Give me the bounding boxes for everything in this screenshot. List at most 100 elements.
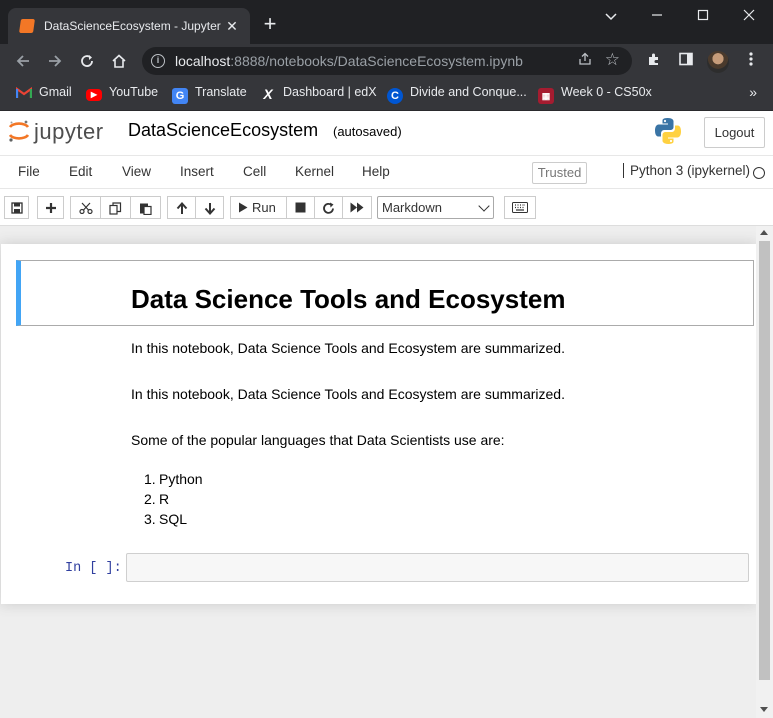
keyboard-icon	[512, 202, 528, 213]
menu-cell[interactable]: Cell	[243, 164, 266, 179]
insert-cell-button[interactable]	[37, 196, 64, 219]
menu-edit[interactable]: Edit	[69, 164, 92, 179]
minimize-button[interactable]	[642, 5, 672, 27]
cell-type-select[interactable]: Markdown	[377, 196, 494, 219]
forward-arrow-icon[interactable]	[43, 49, 67, 73]
coursera-icon: C	[387, 88, 403, 104]
interrupt-kernel-button[interactable]	[286, 196, 315, 219]
bookmark-translate[interactable]: G Translate	[172, 85, 247, 104]
home-icon[interactable]	[107, 49, 131, 73]
play-icon	[239, 202, 248, 213]
reload-icon[interactable]	[75, 49, 99, 73]
menu-bar: File Edit View Insert Cell Kernel Help T…	[0, 155, 773, 189]
paste-button[interactable]	[130, 196, 161, 219]
menu-view[interactable]: View	[122, 164, 151, 179]
extensions-puzzle-icon[interactable]	[644, 51, 664, 71]
bookmarks-bar: Gmail ▶ YouTube G Translate X Dashboard | e…	[0, 78, 773, 111]
maximize-button[interactable]	[688, 5, 718, 27]
restart-kernel-button[interactable]	[314, 196, 343, 219]
list-item: 3. SQL	[144, 511, 188, 527]
restart-icon	[323, 202, 334, 214]
notebook-heading: Data Science Tools and Ecosystem	[131, 284, 566, 314]
list-item: 2. R	[144, 491, 170, 507]
bookmark-edx[interactable]: X Dashboard | edX	[260, 85, 376, 103]
back-arrow-icon[interactable]	[11, 49, 35, 73]
input-prompt: In [ ]:	[65, 561, 122, 576]
address-bar[interactable]: i localhost:8888/notebooks/DataScienceEc…	[142, 47, 632, 75]
scrollbar-thumb[interactable]	[759, 241, 770, 680]
logout-button[interactable]: Logout	[704, 117, 765, 148]
jupyter-wordmark: jupyter	[34, 119, 104, 144]
markdown-paragraph-3: Some of the popular languages that Data …	[131, 432, 505, 448]
translate-icon: G	[172, 88, 188, 104]
notebook-container: Data Science Tools and Ecosystem In this…	[1, 244, 756, 604]
fast-forward-icon	[350, 202, 364, 213]
cell-type-value: Markdown	[382, 200, 442, 215]
restart-run-all-button[interactable]	[342, 196, 372, 219]
markdown-paragraph-1: In this notebook, Data Science Tools and…	[131, 340, 565, 356]
autosave-status: (autosaved)	[333, 124, 402, 139]
url-text: localhost:8888/notebooks/DataScienceEcos…	[175, 53, 523, 69]
bookmark-star-icon[interactable]: ☆	[605, 50, 620, 70]
browser-menu-icon[interactable]	[741, 51, 761, 71]
save-button[interactable]	[4, 196, 29, 219]
harvard-icon: ▦	[538, 88, 554, 104]
arrow-down-icon	[204, 203, 215, 215]
share-icon[interactable]	[578, 52, 592, 69]
menu-insert[interactable]: Insert	[180, 164, 214, 179]
code-cell-input[interactable]	[126, 553, 749, 582]
gmail-icon	[15, 85, 33, 101]
bookmarks-more-chevron-icon[interactable]: »	[749, 84, 757, 100]
bookmark-youtube[interactable]: ▶ YouTube	[86, 85, 158, 103]
command-palette-button[interactable]	[504, 196, 536, 219]
menu-file[interactable]: File	[18, 164, 40, 179]
menu-kernel[interactable]: Kernel	[295, 164, 334, 179]
edx-icon: X	[263, 86, 273, 102]
arrow-up-icon	[176, 202, 187, 214]
scroll-up-arrow-icon[interactable]	[760, 230, 768, 235]
bookmark-gmail[interactable]: Gmail	[15, 85, 72, 103]
save-icon	[10, 202, 23, 214]
trusted-indicator[interactable]: Trusted	[532, 162, 587, 184]
jupyter-header: jupyter DataScienceEcosystem (autosaved)…	[0, 111, 773, 155]
languages-list: 1. Python 2. R 3. SQL	[144, 469, 203, 529]
browser-tab[interactable]: DataScienceEcosystem - Jupyter Notebook …	[8, 8, 250, 44]
close-window-button[interactable]	[734, 5, 764, 27]
copy-icon	[109, 202, 122, 215]
tab-close-icon[interactable]: ✕	[222, 16, 242, 36]
chevron-down-icon	[478, 200, 490, 212]
run-button[interactable]: Run	[230, 196, 287, 219]
scissors-icon	[78, 202, 93, 214]
paste-icon	[140, 203, 152, 215]
jupyter-favicon-icon	[19, 19, 35, 33]
move-up-button[interactable]	[167, 196, 196, 219]
copy-button[interactable]	[100, 196, 131, 219]
cut-button[interactable]	[70, 196, 101, 219]
bookmark-cs50x[interactable]: ▦ Week 0 - CS50x	[538, 85, 652, 104]
kernel-name[interactable]: Python 3 (ipykernel)	[623, 163, 750, 178]
new-tab-button[interactable]: +	[258, 13, 282, 37]
notebook-site: Data Science Tools and Ecosystem In this…	[0, 225, 773, 718]
notebook-name[interactable]: DataScienceEcosystem	[128, 120, 318, 141]
bookmark-coursera[interactable]: C Divide and Conque...	[387, 85, 527, 104]
tab-search-chevron-icon[interactable]	[596, 5, 626, 27]
jupyter-logo[interactable]: jupyter	[8, 117, 118, 147]
python-logo-icon	[655, 118, 681, 144]
profile-avatar[interactable]	[707, 51, 729, 73]
jupyter-logo-icon	[8, 120, 30, 142]
side-panel-icon[interactable]	[676, 51, 696, 71]
move-down-button[interactable]	[195, 196, 224, 219]
stop-icon	[295, 202, 306, 213]
plus-icon	[45, 203, 56, 213]
scroll-down-arrow-icon[interactable]	[760, 707, 768, 712]
kernel-idle-indicator-icon	[753, 167, 765, 179]
tab-title: DataScienceEcosystem - Jupyter Notebook	[44, 19, 222, 33]
browser-tab-bar: DataScienceEcosystem - Jupyter Notebook …	[0, 0, 773, 44]
menu-help[interactable]: Help	[362, 164, 390, 179]
youtube-icon: ▶	[86, 89, 102, 101]
list-item: 1. Python	[144, 471, 203, 487]
run-label: Run	[252, 200, 276, 215]
site-info-icon[interactable]: i	[151, 54, 165, 68]
browser-toolbar: i localhost:8888/notebooks/DataScienceEc…	[0, 44, 773, 78]
markdown-paragraph-2: In this notebook, Data Science Tools and…	[131, 386, 565, 402]
